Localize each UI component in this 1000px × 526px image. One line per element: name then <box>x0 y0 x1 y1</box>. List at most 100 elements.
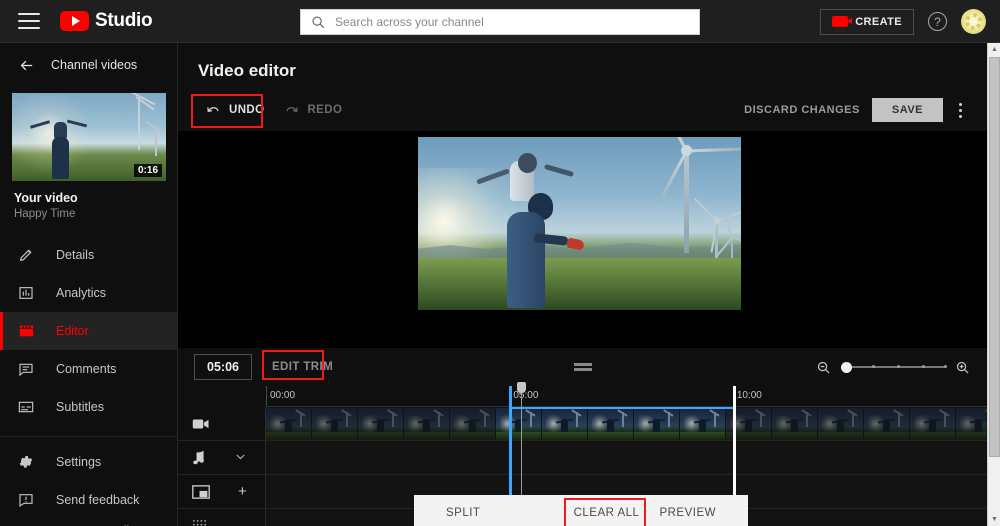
back-arrow-icon <box>20 60 33 70</box>
create-button-label: CREATE <box>855 15 902 28</box>
undo-arrow-icon <box>207 106 219 112</box>
ruler-label: 10:00 <box>736 390 762 401</box>
sidebar-item-subtitles[interactable]: Subtitles <box>0 388 177 426</box>
sidebar-item-label: Subtitles <box>56 400 104 414</box>
search-bar[interactable] <box>300 9 700 35</box>
discard-changes-button[interactable]: DISCARD CHANGES <box>744 104 860 116</box>
zoom-slider[interactable] <box>841 360 947 374</box>
sidebar-item-label: Settings <box>56 455 102 469</box>
subtitles-icon <box>18 399 38 415</box>
redo-label: REDO <box>307 104 343 116</box>
scrollbar-up-arrow[interactable]: ▲ <box>988 43 1000 56</box>
track-row-video <box>178 407 988 441</box>
child-arm-right <box>543 164 575 178</box>
search-icon <box>312 16 325 29</box>
redo-arrow-icon <box>287 106 299 112</box>
help-circle-icon[interactable]: ? <box>928 12 947 31</box>
sidebar-divider <box>0 436 177 437</box>
track-body-audio[interactable] <box>266 441 988 474</box>
page-scrollbar[interactable]: ▲ ▼ <box>987 43 1000 526</box>
zoom-out-icon[interactable] <box>816 360 831 375</box>
gear-icon <box>18 454 38 470</box>
main-content: Video editor UNDO REDO DISCARD CHANGES S… <box>178 43 1000 526</box>
zoom-slider-track <box>841 366 945 368</box>
adult-body <box>506 212 545 309</box>
sidebar-nav: Details Analytics Editor Comments Subtit… <box>0 236 177 526</box>
sidebar-video-title: Your video <box>14 191 78 205</box>
pencil-icon <box>18 247 38 263</box>
ruler-label: 00:00 <box>270 390 296 401</box>
page-title: Video editor <box>198 61 296 80</box>
timeline-ruler[interactable]: 00:00 05:00 10:00 15:11 <box>266 386 1000 407</box>
create-button[interactable]: CREATE <box>820 8 914 35</box>
sidebar-item-comments[interactable]: Comments <box>0 350 177 388</box>
clear-all-button[interactable]: CLEAR ALL <box>564 499 650 526</box>
sidebar-nav-bottom: Settings Send feedback <box>0 443 177 526</box>
video-thumbnail[interactable]: 0:16 <box>12 93 166 181</box>
edit-toolbar: UNDO REDO DISCARD CHANGES SAVE <box>178 93 988 128</box>
studio-brand-logo[interactable]: Studio <box>60 10 153 32</box>
sidebar-item-label: Comments <box>56 362 117 376</box>
save-button[interactable]: SAVE <box>871 98 943 122</box>
sidebar-item-analytics[interactable]: Analytics <box>0 274 177 312</box>
clear-all-wrapper: CLEAR ALL <box>563 498 650 526</box>
sidebar-item-label: Details <box>56 248 95 262</box>
sidebar-item-creator-studio-classic[interactable]: Creator Studio Classic <box>0 519 177 526</box>
edit-trim-button[interactable]: EDIT TRIM <box>264 356 341 378</box>
sidebar-video-subtitle: Happy Time <box>14 208 76 220</box>
split-button[interactable]: SPLIT <box>436 499 490 526</box>
ruler-label: 05:00 <box>513 390 539 401</box>
hamburger-menu-icon[interactable] <box>18 13 40 29</box>
editor-action-bar: SPLIT CLEAR ALL PREVIEW <box>414 495 748 526</box>
undo-wrapper: UNDO <box>191 93 274 128</box>
video-preview-frame[interactable] <box>418 137 741 310</box>
clapperboard-icon <box>18 323 38 339</box>
sidebar-item-settings[interactable]: Settings <box>0 443 177 481</box>
timeline-controls: 05:06 EDIT TRIM <box>178 348 988 386</box>
zoom-slider-handle[interactable] <box>841 361 852 373</box>
undo-button[interactable]: UNDO <box>196 98 274 123</box>
zoom-in-icon[interactable] <box>955 360 970 375</box>
sidebar-item-label: Send feedback <box>56 493 140 507</box>
video-filmstrip[interactable] <box>266 408 988 440</box>
top-header: Studio CREATE ? <box>0 0 1000 43</box>
current-time-display[interactable]: 05:06 <box>194 354 252 380</box>
drag-handle-icon[interactable] <box>574 363 592 371</box>
search-input[interactable] <box>335 15 699 29</box>
edit-trim-wrapper: EDIT TRIM <box>261 350 341 380</box>
foreground-grass <box>418 258 741 310</box>
track-head-video <box>178 407 266 440</box>
channel-videos-label: Channel videos <box>51 58 138 72</box>
redo-button[interactable]: REDO <box>274 98 352 123</box>
video-duration-badge: 0:16 <box>133 164 162 177</box>
track-body-video[interactable] <box>266 407 988 440</box>
avatar[interactable] <box>961 9 986 34</box>
sidebar-item-send-feedback[interactable]: Send feedback <box>0 481 177 519</box>
sidebar-item-label: Editor <box>56 324 89 338</box>
wind-turbine-large <box>659 137 741 254</box>
track-row-audio <box>178 441 988 475</box>
sidebar-item-label: Analytics <box>56 286 107 300</box>
sidebar-item-editor[interactable]: Editor <box>0 312 177 350</box>
video-camera-icon <box>192 419 209 428</box>
help-glyph: ? <box>934 14 941 29</box>
sidebar-back-channel-videos[interactable]: Channel videos <box>0 43 177 87</box>
feedback-icon <box>18 492 38 508</box>
kebab-menu-icon[interactable] <box>955 99 966 122</box>
header-actions: CREATE ? <box>820 0 986 43</box>
youtube-logo-icon <box>60 11 89 31</box>
music-note-icon <box>193 450 204 464</box>
scrollbar-down-arrow[interactable]: ▼ <box>988 513 1000 526</box>
sidebar-item-details[interactable]: Details <box>0 236 177 274</box>
track-head-blur <box>178 509 266 526</box>
sidebar: Channel videos 0:16 Your video Happy Tim… <box>0 43 178 526</box>
end-screen-icon <box>192 484 210 499</box>
chevron-down-icon[interactable] <box>234 450 247 466</box>
track-head-audio <box>178 441 266 474</box>
track-head-end-screen: + <box>178 475 266 508</box>
preview-button[interactable]: PREVIEW <box>649 499 726 526</box>
plus-icon[interactable]: + <box>238 484 247 499</box>
scrollbar-thumb[interactable] <box>989 57 1000 457</box>
brand-name: Studio <box>95 10 153 31</box>
comment-icon <box>18 361 38 377</box>
